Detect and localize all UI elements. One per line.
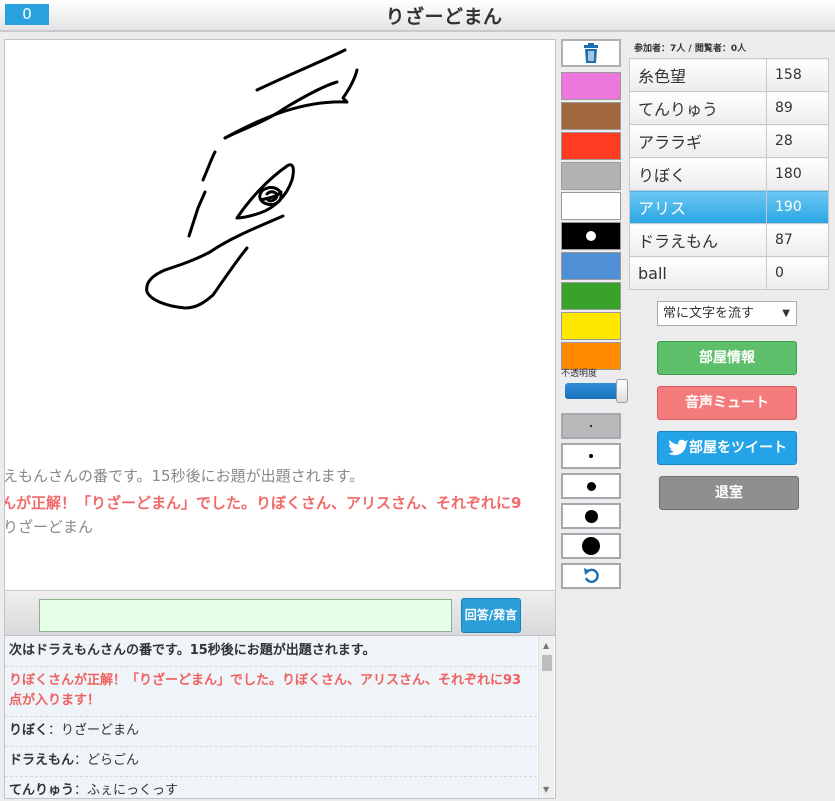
brush-size-2[interactable] <box>561 443 621 469</box>
scroll-up-icon[interactable]: ▲ <box>543 641 549 650</box>
list-item: ドラえもん：どらごん <box>5 747 537 777</box>
table-row: アララギ 28 <box>629 124 829 158</box>
color-swatch-red[interactable] <box>561 132 621 160</box>
log-text: りざーどまん <box>61 723 140 738</box>
exit-button[interactable]: 退室 <box>659 476 799 510</box>
log-author: ドラえもん <box>9 753 75 768</box>
log-author: てんりゅう <box>9 783 75 798</box>
answer-button[interactable]: 回答/発言 <box>461 598 521 633</box>
player-name: ball <box>629 256 767 290</box>
selected-color-indicator <box>586 231 596 241</box>
scroll-down-icon[interactable]: ▼ <box>543 785 549 794</box>
color-swatch-yellow[interactable] <box>561 312 621 340</box>
brush-size-dot <box>584 509 598 523</box>
opacity-slider[interactable] <box>565 379 628 403</box>
overlay-message: りざーどまん <box>5 518 94 536</box>
tweet-button[interactable]: 部屋をツイート <box>657 431 797 465</box>
room-title: りざーどまん <box>385 6 503 28</box>
drawing-canvas[interactable]: えもんさんの番です。15秒後にお題が出題されます。 んが正解！「りざーどまん」で… <box>5 40 555 591</box>
scroll-thumb[interactable] <box>542 655 552 671</box>
table-row: 糸色望 158 <box>629 58 829 92</box>
list-item: てんりゅう：ふぇにっくっす <box>5 777 537 798</box>
header-bar: 0 りざーどまん <box>0 0 835 32</box>
player-name: ドラえもん <box>629 223 767 257</box>
color-swatch-white[interactable] <box>561 192 621 220</box>
brush-size-3[interactable] <box>561 473 621 499</box>
log-text: ふぇにっくっす <box>87 783 179 798</box>
overlay-message: えもんさんの番です。15秒後にお題が出題されます。 <box>5 467 365 485</box>
log-sep: ： <box>48 723 62 738</box>
overlay-message: んが正解！「りざーどまん」でした。りぼくさん、アリスさん、それぞれに9 <box>5 494 522 512</box>
opacity-slider-handle[interactable] <box>616 379 628 403</box>
mute-button[interactable]: 音声ミュート <box>657 386 797 420</box>
table-row: てんりゅう 89 <box>629 91 829 125</box>
brush-size-dot <box>582 537 600 555</box>
log-sep: ： <box>74 783 88 798</box>
drawing-panel: えもんさんの番です。15秒後にお題が出題されます。 んが正解！「りざーどまん」で… <box>4 39 556 799</box>
stroke-snout <box>145 214 285 310</box>
list-item: りぼく：りざーどまん <box>5 717 537 747</box>
log-author: りぼく <box>9 723 49 738</box>
brush-size-1[interactable] <box>561 413 621 439</box>
player-score: 89 <box>766 91 829 125</box>
brush-size-5[interactable] <box>561 533 621 559</box>
brush-size-dot <box>590 425 592 427</box>
participants-count: 参加者：7人 / 閲覧者：0人 <box>634 44 747 54</box>
chevron-down-icon: ▼ <box>782 308 790 319</box>
log-sep: ： <box>74 753 88 768</box>
color-swatch-pink[interactable] <box>561 72 621 100</box>
player-name: てんりゅう <box>629 91 767 125</box>
color-swatch-black[interactable] <box>561 222 621 250</box>
list-item: 次はドラえもんさんの番です。15秒後にお題が出題されます。 <box>5 637 537 667</box>
list-item: りぼくさんが正解！「りざーどまん」でした。りぼくさん、アリスさん、それぞれに93… <box>5 667 537 717</box>
twitter-bird-icon <box>668 439 689 456</box>
score-table: 糸色望 158 てんりゅう 89 アララギ 28 りぼく 180 アリス 190 ドラえも… <box>629 58 829 290</box>
log-scrollbar[interactable]: ▲ ▼ <box>538 637 554 798</box>
stroke-jaw <box>187 190 207 238</box>
table-row: ドラえもん 87 <box>629 223 829 257</box>
brush-size-dot <box>589 454 593 458</box>
stroke-head <box>201 150 217 182</box>
tweet-button-label: 部屋をツイート <box>689 440 787 456</box>
table-row-drawer: アリス 190 <box>629 190 829 224</box>
player-score: 190 <box>766 190 829 224</box>
color-swatch-brown[interactable] <box>561 102 621 130</box>
room-info-button[interactable]: 部屋情報 <box>657 341 797 375</box>
opacity-label: 不透明度 <box>561 369 598 379</box>
stroke-eye-outer <box>235 163 295 220</box>
trash-icon <box>584 43 598 63</box>
table-row: りぼく 180 <box>629 157 829 191</box>
player-name: 糸色望 <box>629 58 767 92</box>
brush-size-4[interactable] <box>561 503 621 529</box>
answer-input[interactable] <box>39 599 452 632</box>
player-score: 28 <box>766 124 829 158</box>
player-name: アリス <box>629 190 767 224</box>
clear-button[interactable] <box>561 39 621 67</box>
undo-button[interactable] <box>561 563 621 589</box>
player-name: アララギ <box>629 124 767 158</box>
brush-size-dot <box>586 481 596 491</box>
player-score: 0 <box>766 256 829 290</box>
log-text: どらごん <box>87 753 140 768</box>
player-score: 180 <box>766 157 829 191</box>
color-swatch-blue[interactable] <box>561 252 621 280</box>
player-score: 158 <box>766 58 829 92</box>
undo-icon <box>584 568 599 583</box>
table-row: ball 0 <box>629 256 829 290</box>
chat-log: 次はドラえもんさんの番です。15秒後にお題が出題されます。 りぼくさんが正解！「… <box>5 637 555 798</box>
log-text: 次はドラえもんさんの番です。15秒後にお題が出題されます。 <box>9 643 376 658</box>
player-name: りぼく <box>629 157 767 191</box>
color-swatch-green[interactable] <box>561 282 621 310</box>
player-score: 87 <box>766 223 829 257</box>
stroke-eye-swirl <box>259 190 283 203</box>
color-swatch-gray[interactable] <box>561 162 621 190</box>
log-text: りぼくさんが正解！「りざーどまん」でした。りぼくさん、アリスさん、それぞれに93… <box>9 673 522 708</box>
text-scroll-select[interactable]: 常に文字を流す ▼ <box>657 301 797 326</box>
select-value: 常に文字を流す <box>663 306 755 321</box>
answer-bar: 回答/発言 <box>5 592 555 636</box>
